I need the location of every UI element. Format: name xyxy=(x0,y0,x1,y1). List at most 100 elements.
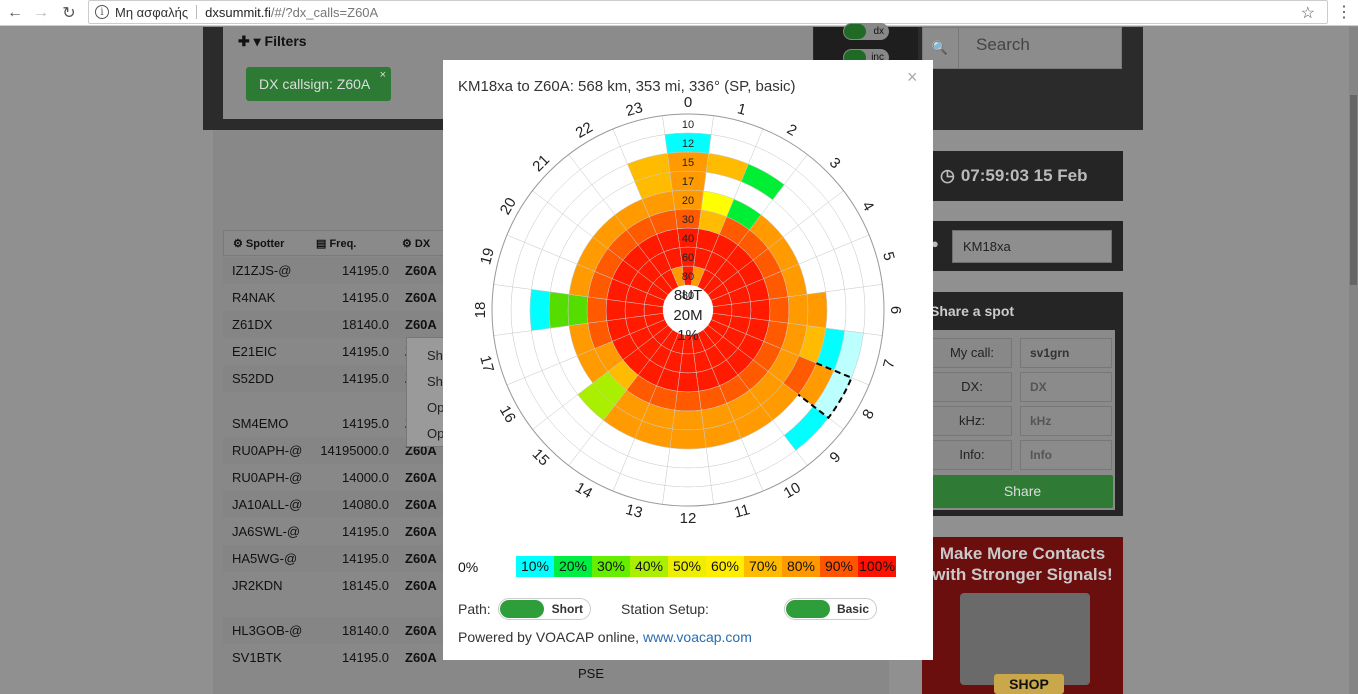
legend-zero-label: 0% xyxy=(458,558,479,575)
dx-cell: Z60A xyxy=(405,263,437,278)
khz-label: kHz: xyxy=(932,406,1012,436)
url-host: dxsummit.fi xyxy=(205,4,271,20)
spotter-cell: SV1BTK xyxy=(232,650,282,665)
freq-cell: 14000.0 xyxy=(342,470,389,485)
search-input[interactable]: Search xyxy=(976,35,1030,55)
hour-label: 14 xyxy=(572,479,595,502)
band-label: 12 xyxy=(682,138,694,150)
freq-cell: 14195.0 xyxy=(342,371,389,386)
share-button[interactable]: Share xyxy=(932,475,1113,508)
back-icon[interactable]: ← xyxy=(4,2,26,24)
spotter-cell: R4NAK xyxy=(232,290,276,305)
filter-tag-close-icon[interactable]: × xyxy=(380,69,386,81)
info-input[interactable]: Info xyxy=(1020,440,1112,470)
utc-clock: ◷ 07:59:03 15 Feb xyxy=(932,151,1123,201)
hour-label: 16 xyxy=(496,403,519,426)
khz-input[interactable]: kHz xyxy=(1020,406,1112,436)
address-bar[interactable]: i Μη ασφαλής dxsummit.fi /#/?dx_calls=Z6… xyxy=(88,0,1328,24)
filter-tag-label: DX callsign: Z60A xyxy=(259,76,371,92)
filters-heading[interactable]: ✚ ▾ Filters xyxy=(238,33,307,50)
hour-label: 5 xyxy=(879,250,898,262)
clock-text: 07:59:03 15 Feb xyxy=(960,166,1088,185)
freq-cell: 18140.0 xyxy=(342,317,389,332)
my-call-input[interactable]: sv1grn xyxy=(1020,338,1112,368)
forward-icon[interactable]: → xyxy=(30,2,52,24)
station-setup-toggle[interactable]: Basic xyxy=(784,598,877,620)
spotter-cell: E21EIC xyxy=(232,344,277,359)
grid-cell xyxy=(664,466,712,488)
advertisement[interactable]: Make More Contacts with Stronger Signals… xyxy=(922,537,1123,694)
hour-label: 19 xyxy=(477,246,498,267)
freq-cell: 14195.0 xyxy=(342,263,389,278)
separator xyxy=(196,5,198,19)
reliability-cell xyxy=(787,294,809,326)
band-label: 60 xyxy=(682,252,694,264)
legend-swatch: 40% xyxy=(630,556,668,577)
context-menu-item[interactable]: Op xyxy=(407,390,445,416)
center-label: 20M xyxy=(673,307,702,324)
map-pin-icon: ● xyxy=(931,236,939,251)
context-menu-item[interactable]: Sh xyxy=(407,364,445,390)
reliability-cell xyxy=(672,409,704,431)
ad-line-2: with Stronger Signals! xyxy=(932,565,1113,584)
propagation-modal: KM18xa to Z60A: 568 km, 353 mi, 336° (SP… xyxy=(443,60,933,660)
context-menu-item[interactable]: Sh xyxy=(407,338,445,364)
freq-cell: 14195000.0 xyxy=(320,443,389,458)
dx-header[interactable]: ⚙ DX xyxy=(402,237,430,250)
dx-toggle[interactable]: dx xyxy=(843,23,889,40)
hour-label: 4 xyxy=(858,198,877,214)
propagation-polar-chart: 8UT20M1%101215172030406080800 12345678910… xyxy=(472,96,904,527)
my-call-label: My call: xyxy=(932,338,1012,368)
scrollbar-thumb[interactable] xyxy=(1350,95,1357,285)
reload-icon[interactable]: ↻ xyxy=(58,2,80,24)
spotter-header[interactable]: ⚙ Spotter xyxy=(233,237,284,250)
toggle-knob xyxy=(500,600,544,618)
path-toggle[interactable]: Short xyxy=(498,598,591,620)
spotter-cell: HL3GOB-@ xyxy=(232,623,303,638)
freq-header[interactable]: ▤ Freq. xyxy=(316,237,356,250)
band-label: 40 xyxy=(682,233,694,245)
menu-kebab-icon[interactable]: ⋮ xyxy=(1336,2,1352,22)
reliability-cell xyxy=(567,294,589,326)
spotter-cell: S52DD xyxy=(232,371,274,386)
dx-callsign-filter-tag[interactable]: DX callsign: Z60A × xyxy=(246,67,391,101)
band-label: 30 xyxy=(682,214,694,226)
voacap-link[interactable]: www.voacap.com xyxy=(643,629,752,645)
ad-line-1: Make More Contacts xyxy=(939,544,1106,563)
url-path: /#/?dx_calls=Z60A xyxy=(270,4,379,20)
info-icon[interactable]: i xyxy=(95,5,109,19)
locator-panel: ● KM18xa xyxy=(922,221,1123,271)
spotter-cell: SM4EMO xyxy=(232,416,289,431)
context-menu-item[interactable]: Op xyxy=(407,416,445,442)
khz-row: kHz: kHz xyxy=(932,406,1112,436)
hour-label: 13 xyxy=(624,501,645,522)
grid-cell xyxy=(825,289,847,331)
hour-label: 17 xyxy=(476,354,497,375)
band-label: 80 xyxy=(682,290,694,302)
hour-label: 9 xyxy=(826,448,844,466)
band-label: 80 xyxy=(682,271,694,283)
reliability-cell xyxy=(769,296,790,324)
toggle-knob xyxy=(844,24,866,39)
spotter-cell: JA6SWL-@ xyxy=(232,524,301,539)
info-label: Info: xyxy=(932,440,1012,470)
bookmark-star-icon[interactable]: ☆ xyxy=(1301,3,1315,23)
hour-label: 10 xyxy=(781,479,804,502)
grid-cell xyxy=(662,485,714,507)
close-icon[interactable]: × xyxy=(907,67,918,88)
locator-input[interactable]: KM18xa xyxy=(952,230,1112,263)
spotter-cell: HA5WG-@ xyxy=(232,551,298,566)
station-setup-label: Station Setup: xyxy=(621,601,709,617)
hour-label: 7 xyxy=(880,358,899,370)
toggle-knob xyxy=(786,600,830,618)
dx-cell: Z60A xyxy=(405,578,437,593)
reliability-cell xyxy=(669,428,707,450)
reliability-cell xyxy=(677,372,699,393)
hour-label: 6 xyxy=(887,306,904,314)
ad-shop-button[interactable]: SHOP xyxy=(994,674,1064,694)
hour-label: 20 xyxy=(497,195,520,218)
legend-swatch: 50% xyxy=(668,556,706,577)
reliability-cell xyxy=(586,296,607,324)
dx-input[interactable]: DX xyxy=(1020,372,1112,402)
dx-cell: Z60A xyxy=(405,524,437,539)
